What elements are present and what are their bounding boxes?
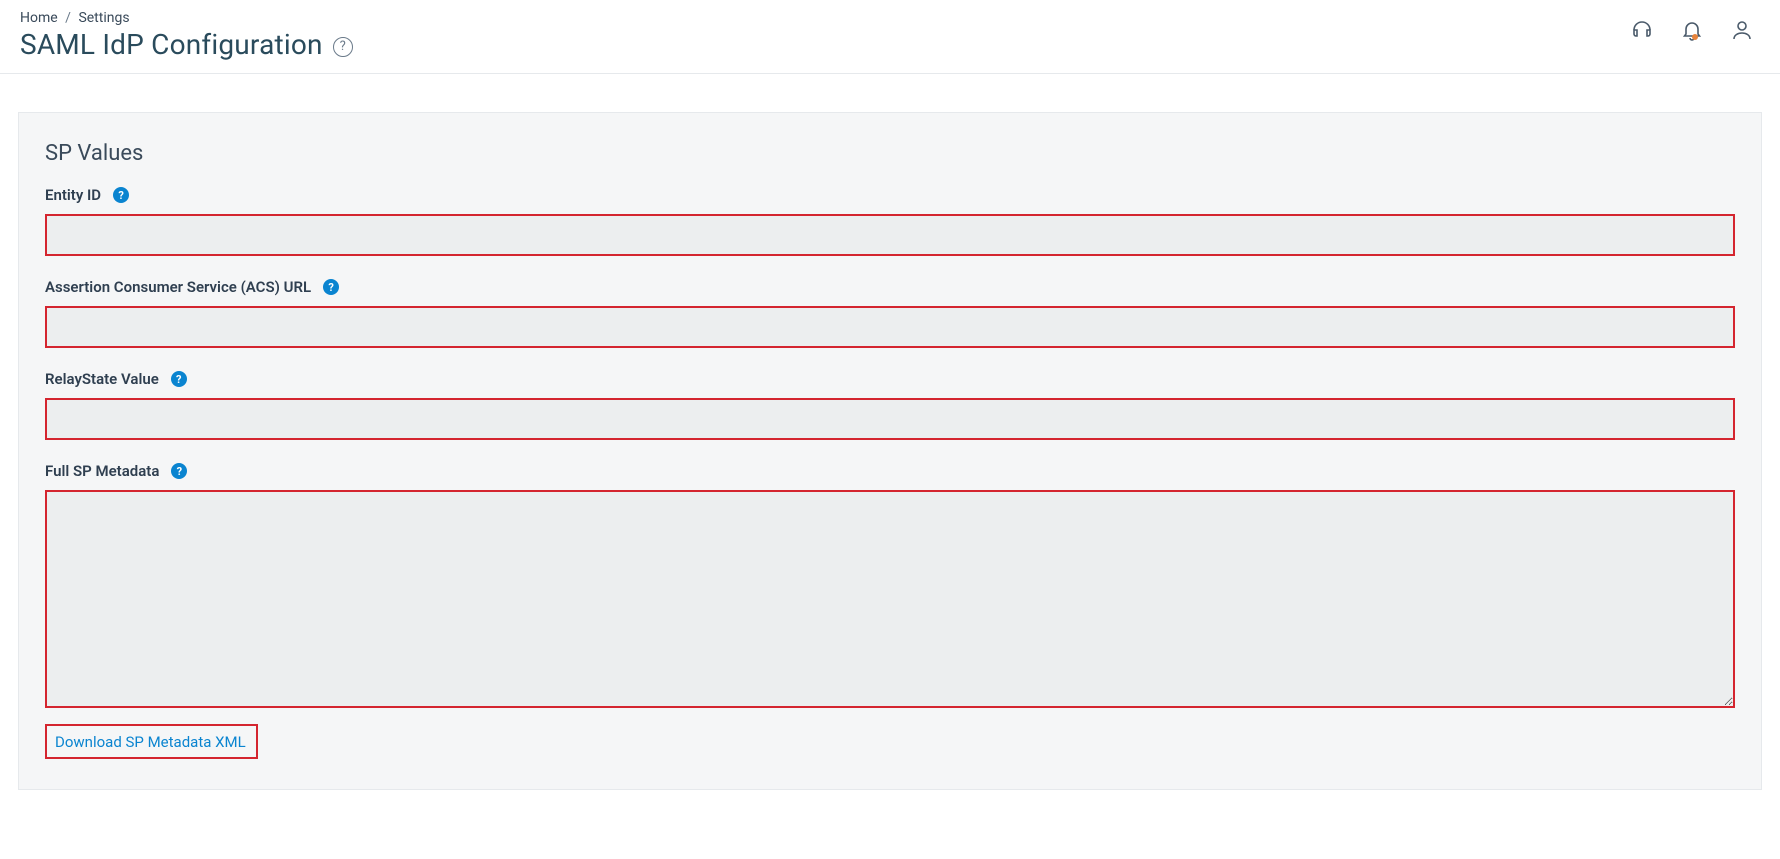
download-sp-metadata-box: Download SP Metadata XML [45,724,258,759]
page-title: SAML IdP Configuration [20,28,323,61]
support-icon[interactable] [1628,16,1656,44]
top-bar: Home / Settings SAML IdP Configuration [0,0,1780,74]
header-actions [1628,10,1756,44]
notification-dot-icon [1692,34,1698,40]
acs-url-label: Assertion Consumer Service (ACS) URL [45,278,311,296]
help-icon[interactable] [113,187,129,203]
relaystate-label: RelayState Value [45,370,159,388]
breadcrumb: Home / Settings [20,10,353,26]
entity-id-input[interactable] [45,214,1735,256]
sp-values-panel: SP Values Entity ID Assertion Consumer S… [18,112,1762,790]
help-icon[interactable] [323,279,339,295]
help-icon[interactable] [171,463,187,479]
breadcrumb-separator: / [65,10,71,26]
notifications-icon[interactable] [1678,16,1706,44]
breadcrumb-settings[interactable]: Settings [78,10,129,26]
breadcrumb-home[interactable]: Home [20,10,58,26]
full-sp-metadata-label: Full SP Metadata [45,462,159,480]
help-icon[interactable] [171,371,187,387]
field-relaystate: RelayState Value [45,370,1735,440]
relaystate-input[interactable] [45,398,1735,440]
user-icon[interactable] [1728,16,1756,44]
help-icon[interactable] [333,37,353,57]
field-full-sp-metadata: Full SP Metadata [45,462,1735,712]
field-entity-id: Entity ID [45,186,1735,256]
section-heading: SP Values [45,141,1735,166]
entity-id-label: Entity ID [45,186,101,204]
acs-url-input[interactable] [45,306,1735,348]
field-acs-url: Assertion Consumer Service (ACS) URL [45,278,1735,348]
header-left: Home / Settings SAML IdP Configuration [20,10,353,61]
download-sp-metadata-link[interactable]: Download SP Metadata XML [55,733,246,751]
full-sp-metadata-textarea[interactable] [45,490,1735,708]
